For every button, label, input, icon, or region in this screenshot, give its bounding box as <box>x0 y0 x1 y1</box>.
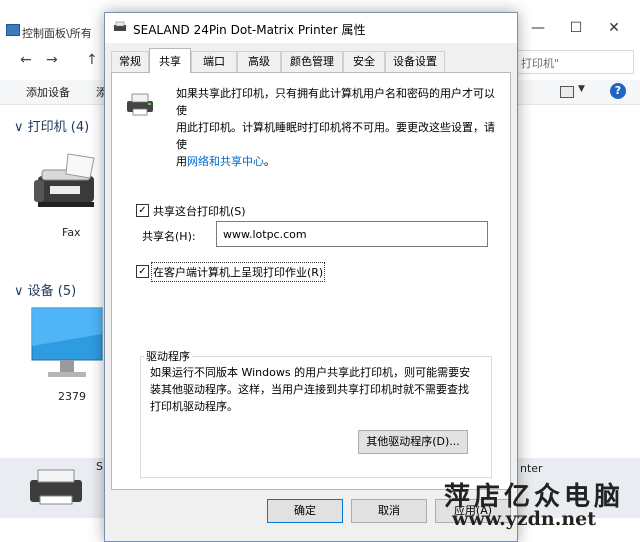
view-options-icon[interactable] <box>560 86 574 98</box>
network-sharing-center-link[interactable]: 网络和共享中心 <box>187 155 264 168</box>
minimize-button[interactable]: — <box>528 18 548 38</box>
monitor-icon[interactable] <box>30 306 104 386</box>
render-on-client-checkbox[interactable]: ✓ <box>136 265 149 278</box>
printer-icon <box>114 21 126 31</box>
devices-group-header[interactable]: ∨ 设备 (5) <box>14 280 76 299</box>
dialog-title: SEALAND 24Pin Dot-Matrix Printer 属性 <box>133 23 366 37</box>
ok-button[interactable]: 确定 <box>267 499 343 523</box>
sharing-description-line1: 如果共享此打印机，只有拥有此计算机用户名和密码的用户才可以使 <box>176 87 495 117</box>
tab-security[interactable]: 安全 <box>343 51 385 72</box>
forward-arrow-icon[interactable]: → <box>46 52 58 68</box>
control-panel-icon <box>6 24 20 36</box>
fax-icon[interactable] <box>28 150 108 214</box>
fax-label: Fax <box>62 226 81 239</box>
watermark-url: www.yzdn.net <box>452 508 596 530</box>
sharing-description-line2: 用此打印机。计算机睡眠时打印机将不可用。要更改这些设置，请使 <box>176 121 495 151</box>
printers-group-label: 打印机 (4) <box>27 120 90 135</box>
tab-general[interactable]: 常规 <box>111 51 149 72</box>
share-name-input[interactable] <box>216 221 488 247</box>
search-box[interactable]: 打印机" <box>514 50 634 74</box>
view-dropdown-icon[interactable]: ▼ <box>578 84 585 94</box>
sharing-description: 如果共享此打印机，只有拥有此计算机用户名和密码的用户才可以使 用此打印机。计算机… <box>176 85 496 170</box>
share-printer-label[interactable]: 共享这台打印机(S) <box>153 203 246 219</box>
cancel-button[interactable]: 取消 <box>351 499 427 523</box>
maximize-button[interactable]: ☐ <box>566 18 586 38</box>
help-icon[interactable]: ? <box>610 83 626 99</box>
share-name-label: 共享名(H): <box>142 230 196 243</box>
monitor-label: 2379 <box>58 390 86 403</box>
drivers-group-title: 驱动程序 <box>144 348 192 364</box>
chevron-down-icon: ∨ <box>14 120 24 135</box>
share-printer-checkbox[interactable]: ✓ <box>136 204 149 217</box>
sharing-panel: 如果共享此打印机，只有拥有此计算机用户名和密码的用户才可以使 用此打印机。计算机… <box>111 72 511 490</box>
additional-drivers-button[interactable]: 其他驱动程序(D)... <box>358 430 468 454</box>
devices-group-label: 设备 (5) <box>27 284 77 299</box>
chevron-down-icon: ∨ <box>14 284 24 299</box>
tab-ports[interactable]: 端口 <box>191 51 237 72</box>
back-arrow-icon[interactable]: ← <box>20 52 32 68</box>
add-device-button[interactable]: 添加设备 <box>26 84 70 100</box>
control-panel-title: 控制面板\所有 <box>22 27 92 40</box>
printer-icon <box>30 469 82 505</box>
sharing-description-prefix: 用 <box>176 155 187 168</box>
render-on-client-label[interactable]: 在客户端计算机上呈现打印作业(R) <box>150 262 326 282</box>
drivers-description-line3: 打印机驱动程序。 <box>150 400 238 413</box>
up-arrow-icon[interactable]: ↑ <box>86 52 98 68</box>
sharing-description-suffix: 。 <box>264 155 275 168</box>
search-box-text: 打印机" <box>521 57 560 70</box>
drivers-description-line2: 装其他驱动程序。这样，当用户连接到共享打印机时就不需要查找 <box>150 383 469 396</box>
shared-printer-icon <box>127 93 153 116</box>
tab-device-settings[interactable]: 设备设置 <box>385 51 445 72</box>
drivers-description: 如果运行不同版本 Windows 的用户共享此打印机，则可能需要安 装其他驱动程… <box>150 364 486 415</box>
drivers-description-line1: 如果运行不同版本 Windows 的用户共享此打印机，则可能需要安 <box>150 366 471 379</box>
tab-sharing[interactable]: 共享 <box>149 48 191 73</box>
close-button[interactable]: ✕ <box>604 18 624 38</box>
tab-color-management[interactable]: 颜色管理 <box>281 51 343 72</box>
printer-properties-dialog: SEALAND 24Pin Dot-Matrix Printer 属性 常规 共… <box>104 12 518 542</box>
selected-device-name: S <box>96 460 103 473</box>
selected-device-type: nter <box>520 462 543 475</box>
tab-advanced[interactable]: 高级 <box>237 51 281 72</box>
printers-group-header[interactable]: ∨ 打印机 (4) <box>14 116 89 135</box>
dialog-titlebar: SEALAND 24Pin Dot-Matrix Printer 属性 <box>105 13 517 43</box>
